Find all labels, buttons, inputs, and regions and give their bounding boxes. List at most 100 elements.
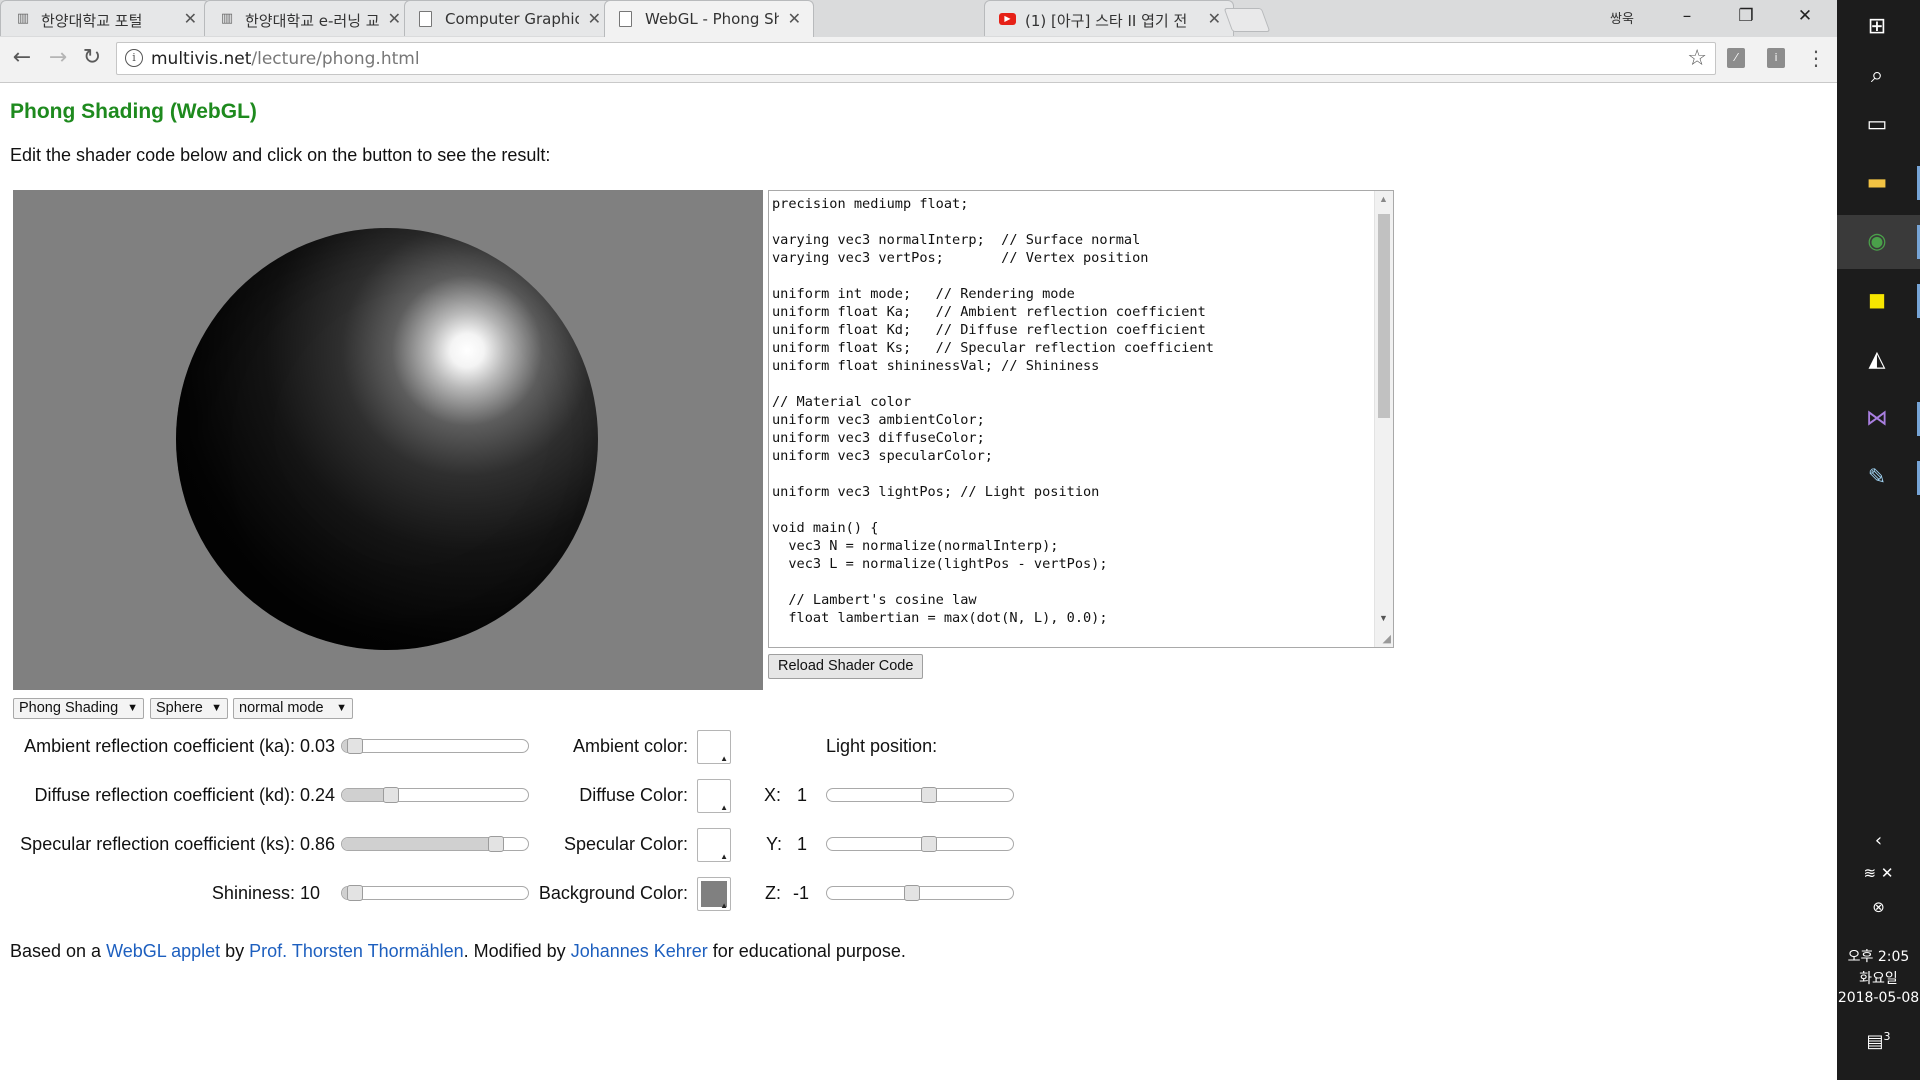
clock-weekday: 화요일 — [1859, 971, 1898, 987]
kehrer-link[interactable]: Johannes Kehrer — [571, 941, 708, 961]
reload-icon[interactable]: ↻ — [78, 45, 106, 70]
scroll-up-icon[interactable]: ▲ — [1379, 194, 1388, 204]
ks-slider[interactable] — [341, 836, 529, 852]
model-select[interactable]: Sphere ▼ — [150, 698, 228, 719]
menu-dots-icon[interactable]: ⋮ — [1806, 46, 1826, 70]
diffuse-color-label: Diffuse Color: — [579, 785, 688, 805]
extension-info-icon[interactable]: i — [1767, 48, 1785, 68]
close-window-icon[interactable]: ✕ — [1785, 6, 1825, 26]
taskbar-app-paint[interactable]: ✎ — [1837, 451, 1920, 505]
tab-strip: ▥ 한양대학교 포털 ✕ ▥ 한양대학교 e-러닝 교육 ✕ Computer … — [0, 0, 1837, 37]
taskbar-app-unity[interactable]: ◭ — [1837, 333, 1920, 387]
clock-date: 2018-05-08 — [1837, 990, 1920, 1006]
new-tab-button[interactable] — [1223, 8, 1271, 32]
background-color-picker[interactable]: ▲ — [697, 877, 731, 911]
webgl-canvas[interactable] — [13, 190, 763, 690]
url-text[interactable]: multivis.net/lecture/phong.html — [151, 49, 420, 69]
tab-youtube[interactable]: ▶ (1) [아구] 스타 II 엽기 전 ✕ — [984, 0, 1234, 36]
kakaotalk-icon: ◼ — [1867, 288, 1887, 313]
chevron-down-icon: ▼ — [211, 702, 222, 714]
specular-color-picker[interactable]: ▲ — [697, 828, 731, 862]
ka-label: Ambient reflection coefficient (ka): 0.0… — [24, 736, 335, 756]
shader-code[interactable]: precision mediump float; varying vec3 no… — [772, 195, 1214, 627]
info-icon[interactable]: i — [125, 49, 143, 67]
back-arrow-icon[interactable]: ← — [8, 45, 36, 70]
credits-text: . Modified by — [463, 941, 571, 961]
light-z-slider[interactable] — [826, 885, 1014, 901]
mode-select[interactable]: normal mode ▼ — [233, 698, 353, 719]
shininess-slider[interactable] — [341, 885, 529, 901]
webgl-applet-link[interactable]: WebGL applet — [106, 941, 220, 961]
shading-select[interactable]: Phong Shading ▼ — [13, 698, 144, 719]
rendered-sphere — [176, 228, 598, 650]
credits-text: for educational purpose. — [707, 941, 906, 961]
close-icon[interactable]: ✕ — [184, 9, 197, 28]
forward-arrow-icon[interactable]: → — [44, 45, 72, 70]
bookmark-star-icon[interactable]: ☆ — [1687, 46, 1707, 71]
kd-label: Diffuse reflection coefficient (kd): 0.2… — [34, 785, 336, 805]
clock-time[interactable]: 오후 2:05 — [1837, 946, 1920, 966]
document-icon — [419, 11, 432, 27]
scroll-thumb[interactable] — [1378, 214, 1390, 418]
chrome-icon: ◉ — [1867, 229, 1887, 254]
light-y-axis-label: Y: — [766, 834, 783, 854]
close-icon[interactable]: ✕ — [588, 9, 601, 28]
slider-knob[interactable] — [347, 885, 363, 901]
ambient-color-picker[interactable]: ▲ — [697, 730, 731, 764]
credits-line: Based on a WebGL applet by Prof. Thorste… — [10, 941, 906, 962]
specular-color-label: Specular Color: — [563, 834, 688, 854]
taskbar-app-chrome[interactable]: ◉ — [1837, 215, 1920, 269]
dropdown-triangle-icon: ▲ — [720, 852, 728, 861]
taskbar-app-explorer[interactable]: ▬ — [1837, 156, 1920, 210]
network-volume-icons[interactable]: ≋ ✕ — [1837, 864, 1920, 882]
light-position-label: Light position: — [826, 736, 938, 756]
ka-slider[interactable] — [341, 738, 529, 754]
close-circle-icon[interactable]: ⊗ — [1837, 898, 1920, 916]
task-view-icon: ▭ — [1866, 112, 1888, 137]
tab-label: 한양대학교 e-러닝 교육 — [245, 12, 379, 30]
vertical-scrollbar[interactable]: ▲ ▼ — [1374, 191, 1393, 647]
reload-shader-button[interactable]: Reload Shader Code — [768, 654, 924, 679]
profile-badge[interactable]: 쌍욱 — [1610, 8, 1634, 27]
slider-knob[interactable] — [904, 885, 920, 901]
extension-pdf-icon[interactable]: ⁄ — [1727, 48, 1745, 68]
light-y-slider[interactable] — [826, 836, 1014, 852]
youtube-icon: ▶ — [999, 13, 1016, 25]
close-icon[interactable]: ✕ — [388, 9, 401, 28]
restore-icon[interactable]: ❐ — [1726, 6, 1766, 26]
shading-select-value: Phong Shading — [19, 700, 119, 716]
dropdown-triangle-icon: ▲ — [720, 754, 728, 763]
thormahlen-link[interactable]: Prof. Thorsten Thormählen — [249, 941, 463, 961]
action-center-button[interactable]: ▤3 — [1837, 1030, 1920, 1052]
minimize-icon[interactable]: – — [1667, 6, 1707, 26]
task-view-button[interactable]: ▭ — [1837, 98, 1920, 152]
slider-knob[interactable] — [921, 787, 937, 803]
scroll-down-icon[interactable]: ▼ — [1379, 613, 1388, 623]
taskbar-app-visual-studio[interactable]: ⋈ — [1837, 392, 1920, 446]
slider-knob[interactable] — [488, 836, 504, 852]
diffuse-color-picker[interactable]: ▲ — [697, 779, 731, 813]
light-x-slider[interactable] — [826, 787, 1014, 803]
credits-text: by — [220, 941, 250, 961]
windows-taskbar: ⊞ ⌕ ▭ ▬ ◉ ◼ ◭ ⋈ ✎ ‹ ≋ ✕ ⊗ 오후 2:05 화요일 20… — [1837, 0, 1920, 1080]
taskbar-app-kakaotalk[interactable]: ◼ — [1837, 274, 1920, 328]
page-content: Phong Shading (WebGL) Edit the shader co… — [0, 83, 1837, 1080]
tab-webgl-phong[interactable]: WebGL - Phong Shading ✕ — [604, 0, 814, 37]
slider-knob[interactable] — [347, 738, 363, 754]
kd-slider[interactable] — [341, 787, 529, 803]
tab-hanyang-elearning[interactable]: ▥ 한양대학교 e-러닝 교육 ✕ — [204, 0, 414, 36]
close-icon[interactable]: ✕ — [788, 9, 801, 28]
resize-handle-icon[interactable]: ◢ — [1383, 632, 1391, 645]
show-hidden-icons-chevron-icon[interactable]: ‹ — [1837, 830, 1920, 851]
start-button[interactable]: ⊞ — [1837, 0, 1920, 54]
tab-computer-graphics[interactable]: Computer Graphics ✕ — [404, 0, 614, 36]
tab-label: (1) [아구] 스타 II 엽기 전 — [1025, 12, 1188, 30]
tab-hanyang-portal[interactable]: ▥ 한양대학교 포털 ✕ — [0, 0, 210, 36]
slider-knob[interactable] — [921, 836, 937, 852]
shader-code-editor[interactable]: precision mediump float; varying vec3 no… — [768, 190, 1394, 648]
close-icon[interactable]: ✕ — [1208, 9, 1221, 28]
search-button[interactable]: ⌕ — [1837, 49, 1920, 103]
address-bar[interactable]: i multivis.net/lecture/phong.html ☆ — [116, 42, 1716, 75]
slider-knob[interactable] — [383, 787, 399, 803]
credits-text: Based on a — [10, 941, 107, 961]
